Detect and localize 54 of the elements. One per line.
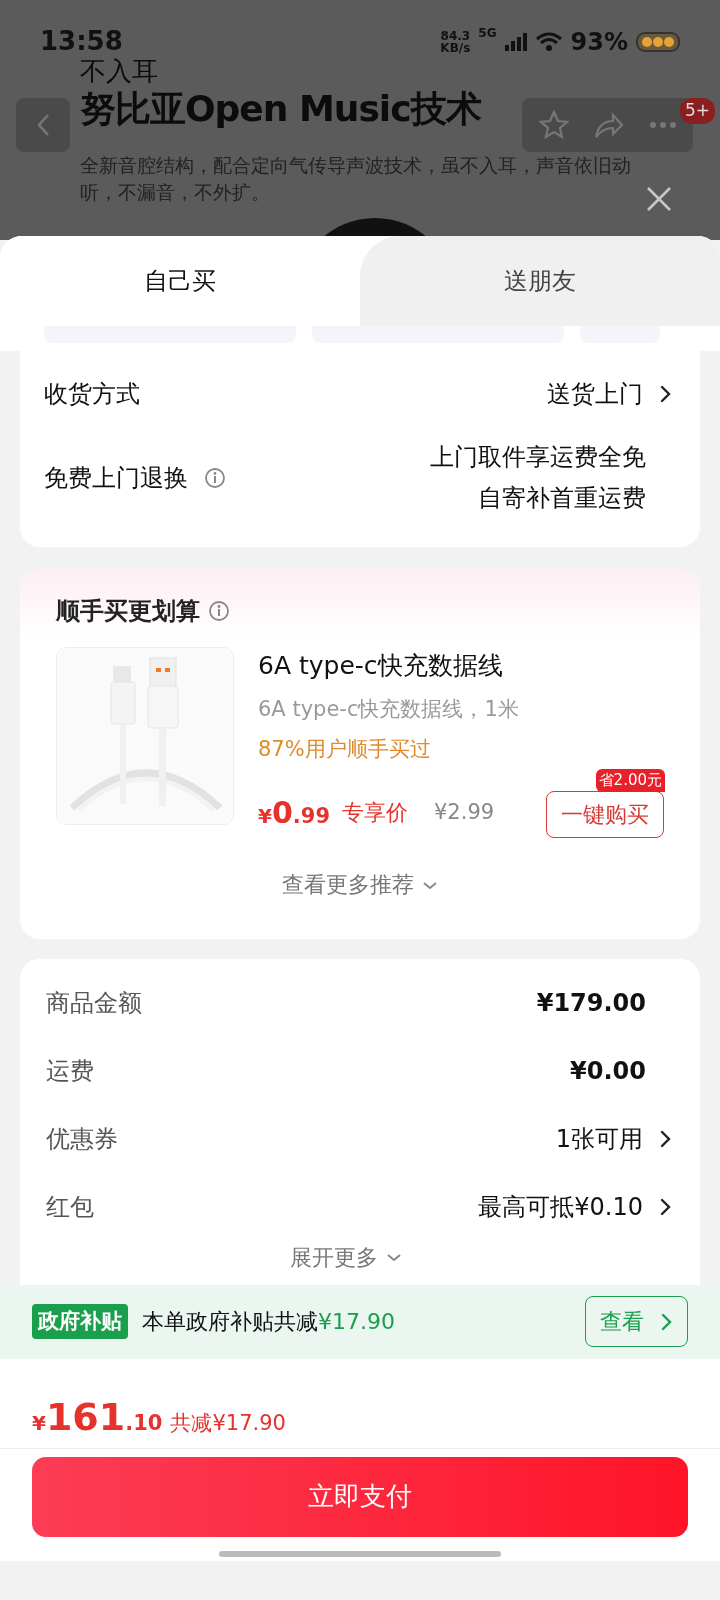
row-value[interactable]: 1张可用: [555, 1120, 643, 1157]
network-type: 5G: [478, 24, 497, 42]
row-label: 红包: [46, 1191, 94, 1223]
row-label: 收货方式: [44, 379, 140, 410]
original-price: ¥2.99: [434, 798, 495, 826]
chevron-right-icon[interactable]: [659, 384, 672, 404]
discount-text: 共减¥17.90: [170, 1409, 286, 1437]
network-speed: 84.3 KB/s: [440, 29, 471, 54]
more-link[interactable]: 查看更多推荐: [282, 868, 414, 902]
row-label: 商品金额: [46, 987, 142, 1019]
wifi-icon: [534, 31, 563, 52]
chevron-down-icon[interactable]: [386, 1252, 402, 1263]
chevron-right-icon[interactable]: [659, 1128, 672, 1149]
page-subtitle: 不入耳: [80, 56, 158, 88]
row-value[interactable]: 最高可抵¥0.10: [478, 1188, 643, 1225]
subsidy-text: 本单政府补贴共减¥17.90: [142, 1308, 395, 1337]
battery-percent: 93%: [570, 26, 628, 58]
price-tag: 专享价: [342, 796, 408, 830]
row-value: ¥0.00: [570, 1055, 646, 1087]
page-title: 努比亚Open Music技术: [80, 87, 481, 131]
row-value: 自寄补首重运费: [477, 482, 646, 514]
total-price: ¥161.10: [32, 1393, 163, 1441]
info-icon[interactable]: [204, 466, 226, 489]
product-name[interactable]: 6A type-c快充数据线: [258, 646, 664, 685]
row-label: 免费上门退换: [44, 462, 188, 494]
saving-badge: 省2.00元: [595, 769, 665, 792]
status-time: 13:58: [40, 25, 123, 58]
expand-link[interactable]: 展开更多: [290, 1240, 378, 1274]
battery-icon: [636, 31, 680, 52]
notification-badge: 5+: [680, 98, 716, 124]
purchase-stat: 87%用户顺手买过: [258, 735, 432, 763]
row-value: ¥179.00: [536, 987, 646, 1019]
row-value[interactable]: 送货上门: [547, 376, 643, 412]
info-icon[interactable]: [208, 599, 230, 622]
pay-button[interactable]: 立即支付: [32, 1456, 688, 1537]
star-icon[interactable]: [538, 110, 569, 140]
signal-icon: [504, 32, 527, 51]
close-icon[interactable]: [646, 186, 672, 212]
buy-button[interactable]: 一键购买: [546, 791, 664, 839]
sale-price: ¥0.99: [258, 794, 330, 833]
home-indicator[interactable]: [219, 1550, 501, 1557]
page-description: 全新音腔结构，配合定向气传导声波技术，虽不入耳，声音依旧动听，不漏音，不外扩。: [80, 153, 632, 205]
row-value: 上门取件享运费全免: [430, 442, 646, 473]
product-spec: 6A type-c快充数据线，1米: [258, 696, 520, 724]
subsidy-tag: 政府补贴: [32, 1303, 128, 1340]
row-label: 运费: [46, 1055, 94, 1087]
more-icon[interactable]: [648, 121, 677, 129]
chevron-down-icon[interactable]: [422, 879, 438, 890]
section-title: 顺手买更划算: [56, 595, 200, 627]
share-icon[interactable]: [592, 111, 625, 139]
chevron-right-icon[interactable]: [659, 1196, 672, 1217]
row-label: 优惠券: [46, 1123, 118, 1155]
back-icon[interactable]: [35, 113, 51, 137]
tab[interactable]: 送朋友: [360, 236, 720, 326]
